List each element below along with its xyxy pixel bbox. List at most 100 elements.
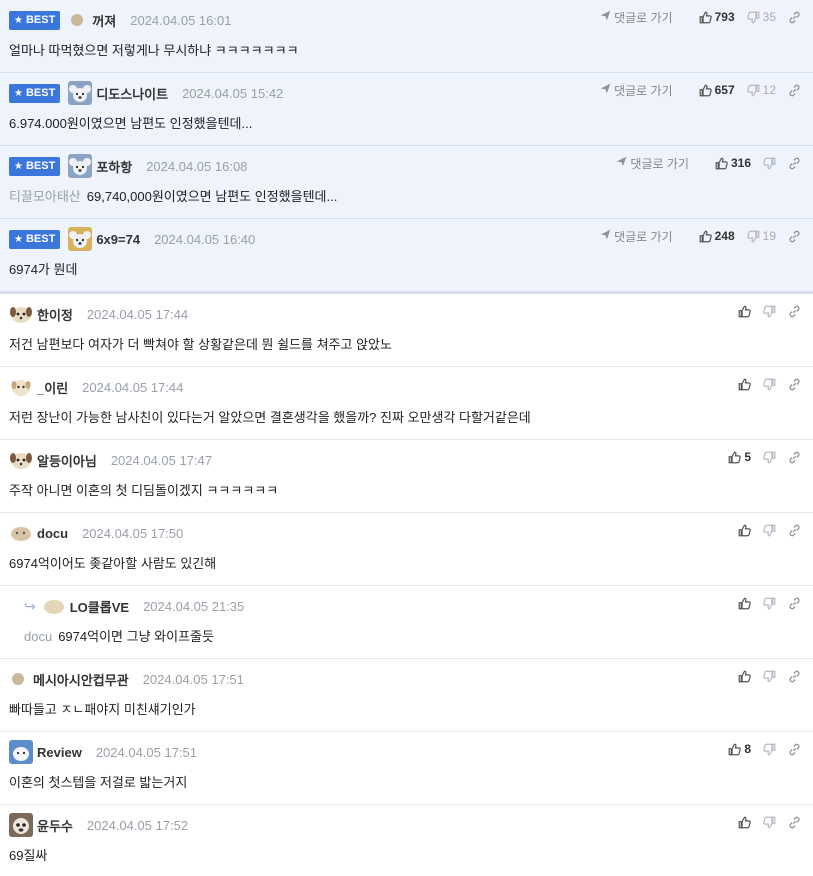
like-button[interactable]: 248 bbox=[699, 229, 735, 243]
comment-author[interactable]: 6x9=74 bbox=[96, 232, 140, 247]
comment-date: 2024.04.05 17:50 bbox=[82, 525, 184, 541]
comment-author[interactable]: 알등이아님 bbox=[37, 451, 97, 470]
link-icon bbox=[788, 11, 801, 24]
thumbs-up-icon bbox=[738, 670, 751, 683]
avatar bbox=[10, 453, 32, 469]
comment-author[interactable]: 윤두수 bbox=[37, 816, 73, 835]
dislike-button[interactable] bbox=[763, 816, 776, 829]
comment-tools: 댓글로 가기 657 12 bbox=[600, 80, 801, 100]
send-icon bbox=[616, 156, 627, 170]
comment-text: docu 6974억이면 그냥 와이프줄듯 bbox=[24, 629, 214, 644]
goto-comment-button[interactable]: 댓글로 가기 bbox=[616, 155, 689, 172]
copy-link-button[interactable] bbox=[788, 305, 801, 318]
copy-link-button[interactable] bbox=[788, 597, 801, 610]
copy-link-button[interactable] bbox=[788, 670, 801, 683]
dislike-button[interactable] bbox=[763, 157, 776, 170]
dislike-button[interactable] bbox=[763, 451, 776, 464]
dislike-button[interactable] bbox=[763, 378, 776, 391]
comment-text: 주작 아니면 이혼의 첫 디딤돌이겠지 ㅋㅋㅋㅋㅋㅋ bbox=[9, 483, 279, 498]
thumbs-down-icon bbox=[763, 597, 776, 610]
goto-comment-button[interactable]: 댓글로 가기 bbox=[600, 82, 673, 99]
goto-comment-button[interactable]: 댓글로 가기 bbox=[600, 228, 673, 245]
thumbs-up-icon bbox=[728, 743, 742, 756]
comment-tools bbox=[726, 812, 801, 832]
goto-comment-button[interactable]: 댓글로 가기 bbox=[600, 9, 673, 26]
thumbs-up-icon bbox=[728, 451, 742, 464]
like-button[interactable]: 8 bbox=[728, 742, 751, 756]
star-icon: ★ bbox=[14, 14, 23, 26]
best-badge: ★ BEST bbox=[9, 156, 61, 176]
comment-author[interactable]: 디도스나이트 bbox=[96, 84, 168, 103]
comment-header: _이린 2024.04.05 17:44 bbox=[9, 377, 183, 397]
dislike-button[interactable] bbox=[763, 597, 776, 610]
comment-author[interactable]: 한이정 bbox=[37, 305, 73, 324]
copy-link-button[interactable] bbox=[788, 157, 801, 170]
comment-text: 이혼의 첫스텝을 저걸로 밟는거지 bbox=[9, 775, 188, 790]
thumbs-down-icon bbox=[746, 11, 760, 24]
dislike-button[interactable]: 12 bbox=[746, 83, 776, 97]
copy-link-button[interactable] bbox=[788, 11, 801, 24]
dislike-button[interactable] bbox=[763, 305, 776, 318]
comment-header: Review 2024.04.05 17:51 bbox=[9, 740, 198, 764]
comment-author[interactable]: _이린 bbox=[37, 378, 68, 397]
best-badge: ★ BEST bbox=[9, 229, 61, 249]
like-button[interactable]: 5 bbox=[728, 450, 751, 464]
comment-author[interactable]: 포하항 bbox=[96, 157, 132, 176]
thumbs-down-icon bbox=[763, 670, 776, 683]
like-button[interactable] bbox=[738, 816, 751, 829]
like-button[interactable] bbox=[738, 378, 751, 391]
dislike-button[interactable] bbox=[763, 524, 776, 537]
thumbs-down-icon bbox=[746, 230, 760, 243]
like-button[interactable]: 316 bbox=[715, 156, 751, 170]
comment-date: 2024.04.05 15:42 bbox=[182, 85, 284, 101]
comment-tools bbox=[726, 374, 801, 394]
avatar bbox=[71, 14, 84, 26]
avatar bbox=[68, 81, 93, 105]
thumbs-up-icon bbox=[738, 597, 751, 610]
comment-text: 빠따들고 ㅈㄴ패야지 미친섀기인가 bbox=[9, 702, 196, 717]
quoted-user[interactable]: 티끌모아태산 bbox=[9, 189, 81, 204]
copy-link-button[interactable] bbox=[788, 524, 801, 537]
star-icon: ★ bbox=[14, 87, 23, 99]
comment-author[interactable]: docu bbox=[37, 526, 68, 541]
quoted-user[interactable]: docu bbox=[24, 629, 52, 644]
like-count: 657 bbox=[714, 83, 735, 97]
copy-link-button[interactable] bbox=[788, 378, 801, 391]
like-button[interactable]: 657 bbox=[699, 83, 735, 97]
link-icon bbox=[788, 816, 801, 829]
comment-header: 메시아시안컵무관 2024.04.05 17:51 bbox=[9, 669, 244, 689]
star-icon: ★ bbox=[14, 233, 23, 245]
copy-link-button[interactable] bbox=[788, 816, 801, 829]
like-count: 793 bbox=[714, 10, 735, 24]
comment-date: 2024.04.05 17:51 bbox=[142, 671, 244, 687]
comment-header: ↪ LO클롭VE 2024.04.05 21:35 bbox=[24, 596, 244, 616]
avatar bbox=[12, 673, 24, 685]
link-icon bbox=[788, 230, 801, 243]
comment-author[interactable]: 메시아시안컵무관 bbox=[33, 670, 129, 689]
comment-date: 2024.04.05 16:08 bbox=[146, 158, 248, 174]
dislike-button[interactable]: 35 bbox=[746, 10, 776, 24]
dislike-button[interactable] bbox=[763, 743, 776, 756]
dislike-button[interactable]: 19 bbox=[746, 229, 776, 243]
send-icon bbox=[600, 229, 611, 243]
comment-date: 2024.04.05 17:52 bbox=[86, 817, 189, 833]
comment-author[interactable]: 꺼져 bbox=[92, 11, 116, 30]
comment-text: 얼마나 따먹혔으면 저렇게나 무시하냐 ㅋㅋㅋㅋㅋㅋㅋ bbox=[9, 43, 299, 58]
dislike-button[interactable] bbox=[763, 670, 776, 683]
comment-date: 2024.04.05 17:51 bbox=[95, 744, 198, 760]
copy-link-button[interactable] bbox=[788, 84, 801, 97]
like-button[interactable] bbox=[738, 597, 751, 610]
comment-tools: 8 bbox=[716, 739, 801, 759]
comment-text: 저건 남편보다 여자가 더 빡쳐야 할 상황같은데 뭔 쉴드를 쳐주고 앉았노 bbox=[9, 337, 392, 352]
like-button[interactable] bbox=[738, 524, 751, 537]
thumbs-down-icon bbox=[763, 524, 776, 537]
comment-author[interactable]: LO클롭VE bbox=[70, 597, 129, 616]
copy-link-button[interactable] bbox=[788, 743, 801, 756]
like-button[interactable] bbox=[738, 305, 751, 318]
copy-link-button[interactable] bbox=[788, 451, 801, 464]
like-button[interactable] bbox=[738, 670, 751, 683]
copy-link-button[interactable] bbox=[788, 230, 801, 243]
link-icon bbox=[788, 157, 801, 170]
like-button[interactable]: 793 bbox=[699, 10, 735, 24]
comment-author[interactable]: Review bbox=[37, 745, 82, 760]
